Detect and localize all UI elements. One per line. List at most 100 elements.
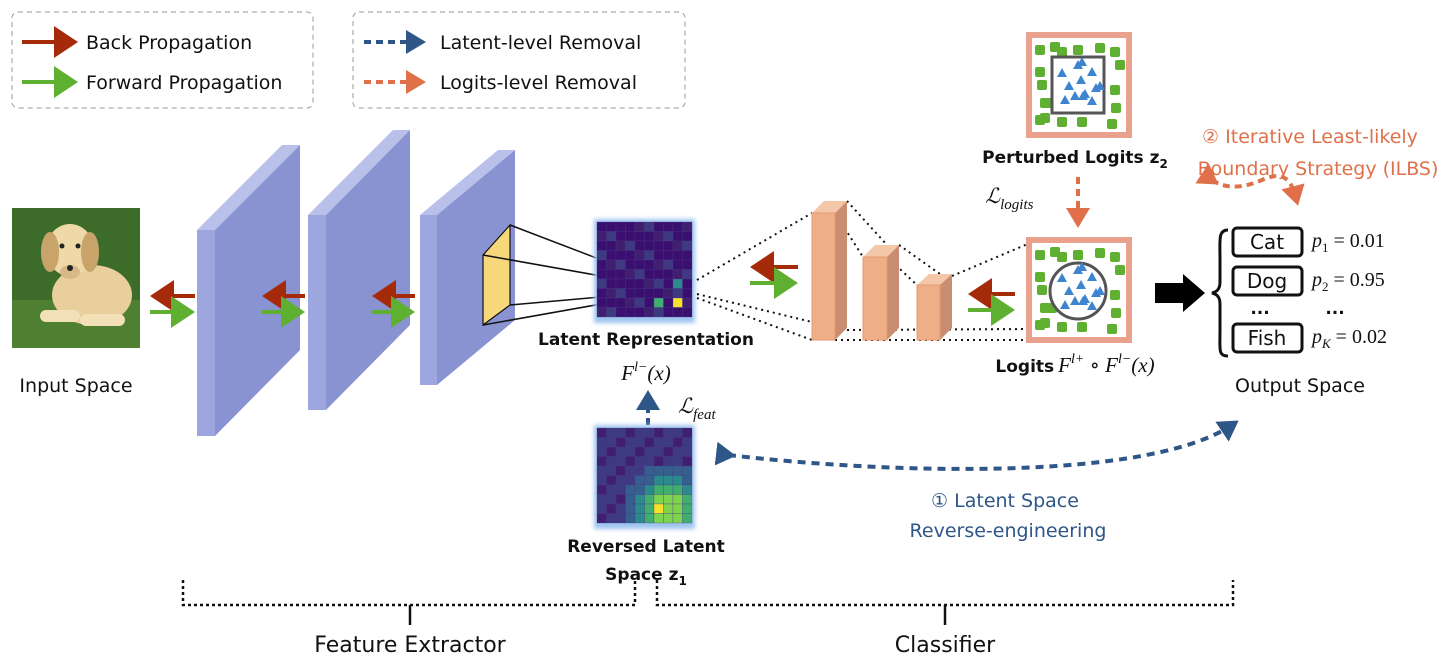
heatmap-cell xyxy=(615,231,626,242)
heatmap-cell xyxy=(625,250,636,261)
heatmap-cell xyxy=(615,240,626,251)
heatmap-cell xyxy=(663,259,674,270)
class-probability: pK = 0.02 xyxy=(1310,326,1387,351)
heatmap-cell xyxy=(615,475,626,486)
heatmap-cell xyxy=(682,437,693,448)
heatmap-cell xyxy=(672,231,683,242)
heatmap-cell xyxy=(596,278,607,289)
heatmap-cell xyxy=(653,240,664,251)
output-arrow-icon xyxy=(1155,274,1205,312)
heatmap-cell xyxy=(644,269,655,280)
heatmap-cell xyxy=(625,278,636,289)
heatmap-cell xyxy=(596,513,607,524)
heatmap-cell xyxy=(596,250,607,261)
heatmap-cell xyxy=(606,475,617,486)
heatmap-cell xyxy=(596,307,607,318)
heatmap-cell xyxy=(625,465,636,476)
heatmap-cell xyxy=(606,231,617,242)
heatmap-cell xyxy=(682,221,693,232)
heatmap-cell xyxy=(625,513,636,524)
heatmap-cell xyxy=(625,231,636,242)
heatmap-cell xyxy=(663,484,674,495)
heatmap-cell xyxy=(682,259,693,270)
heatmap-cell xyxy=(644,427,655,438)
heatmap-cell xyxy=(606,503,617,514)
heatmap-cell xyxy=(615,297,626,308)
heatmap-cell xyxy=(663,269,674,280)
heatmap-cell xyxy=(644,297,655,308)
heatmap-cell xyxy=(682,288,693,299)
heatmap-cell xyxy=(625,503,636,514)
ilbs-title-line2: Boundary Strategy (ILBS) xyxy=(1198,158,1439,180)
dog-photo-icon xyxy=(12,208,140,348)
heatmap-cell xyxy=(625,288,636,299)
heatmap-cell xyxy=(634,494,645,505)
legend-back-propagation: Back Propagation xyxy=(86,32,252,54)
class-point xyxy=(1035,45,1045,55)
heatmap-cell xyxy=(625,221,636,232)
heatmap-cell xyxy=(653,259,664,270)
heatmap-cell xyxy=(634,465,645,476)
heatmap-cell xyxy=(682,250,693,261)
heatmap-cell xyxy=(596,446,607,457)
class-point xyxy=(1115,265,1125,275)
conv-layer-2 xyxy=(308,130,410,410)
heatmap-cell xyxy=(625,297,636,308)
heatmap-cell xyxy=(596,427,607,438)
lsre-arrow xyxy=(714,420,1239,471)
heatmap-cell xyxy=(596,240,607,251)
lsre-title-line1: ① Latent Space xyxy=(931,490,1079,512)
heatmap-cell xyxy=(682,484,693,495)
class-name: Dog xyxy=(1247,269,1287,293)
heatmap-cell xyxy=(634,427,645,438)
conv-layer-1 xyxy=(197,145,300,436)
heatmap-cell xyxy=(663,250,674,261)
heatmap-cell xyxy=(653,269,664,280)
ellipsis: ... xyxy=(1250,299,1269,319)
heatmap-cell xyxy=(672,307,683,318)
class-point xyxy=(1035,67,1045,77)
heatmap-cell xyxy=(682,269,693,280)
heatmap-cell xyxy=(672,465,683,476)
heatmap-cell xyxy=(663,437,674,448)
heatmap-cell xyxy=(606,259,617,270)
heatmap-cell xyxy=(606,437,617,448)
input-space-label: Input Space xyxy=(19,375,132,397)
fc-layer-2 xyxy=(862,245,899,341)
heatmap-cell xyxy=(596,503,607,514)
latent-representation-label: Latent Representation xyxy=(538,330,754,350)
heatmap-cell xyxy=(663,446,674,457)
heatmap-cell xyxy=(615,269,626,280)
heatmap-cell xyxy=(672,221,683,232)
class-point xyxy=(1111,103,1121,113)
heatmap-cell xyxy=(625,427,636,438)
classifier-label: Classifier xyxy=(895,633,996,658)
legend-propagation: Back Propagation Forward Propagation xyxy=(11,11,314,109)
class-point xyxy=(1110,290,1120,300)
heatmap-cell xyxy=(672,427,683,438)
perturbed-logits-box xyxy=(1026,32,1132,138)
heatmap-cell xyxy=(644,288,655,299)
heatmap-cell xyxy=(634,221,645,232)
heatmap-cell xyxy=(653,446,664,457)
ellipsis: ... xyxy=(1325,299,1344,319)
heatmap-cell xyxy=(625,484,636,495)
heatmap-cell xyxy=(615,278,626,289)
heatmap-cell xyxy=(606,269,617,280)
ilbs-title-line1: ② Iterative Least-likely xyxy=(1202,126,1418,148)
heatmap-cell xyxy=(672,250,683,261)
heatmap-cell xyxy=(596,456,607,467)
output-class-row: Cat p1 = 0.01 xyxy=(1231,226,1385,258)
heatmap-cell xyxy=(606,250,617,261)
heatmap-cell xyxy=(653,427,664,438)
heatmap-cell xyxy=(634,446,645,457)
heatmap-cell xyxy=(653,494,664,505)
class-name: Cat xyxy=(1250,230,1284,254)
feature-extractor-label: Feature Extractor xyxy=(314,633,506,658)
heatmap-cell xyxy=(606,456,617,467)
heatmap-cell xyxy=(644,437,655,448)
heatmap-cell xyxy=(625,269,636,280)
heatmap-cell xyxy=(634,484,645,495)
heatmap-cell xyxy=(615,513,626,524)
lsre-title-line2: Reverse-engineering xyxy=(910,520,1107,542)
